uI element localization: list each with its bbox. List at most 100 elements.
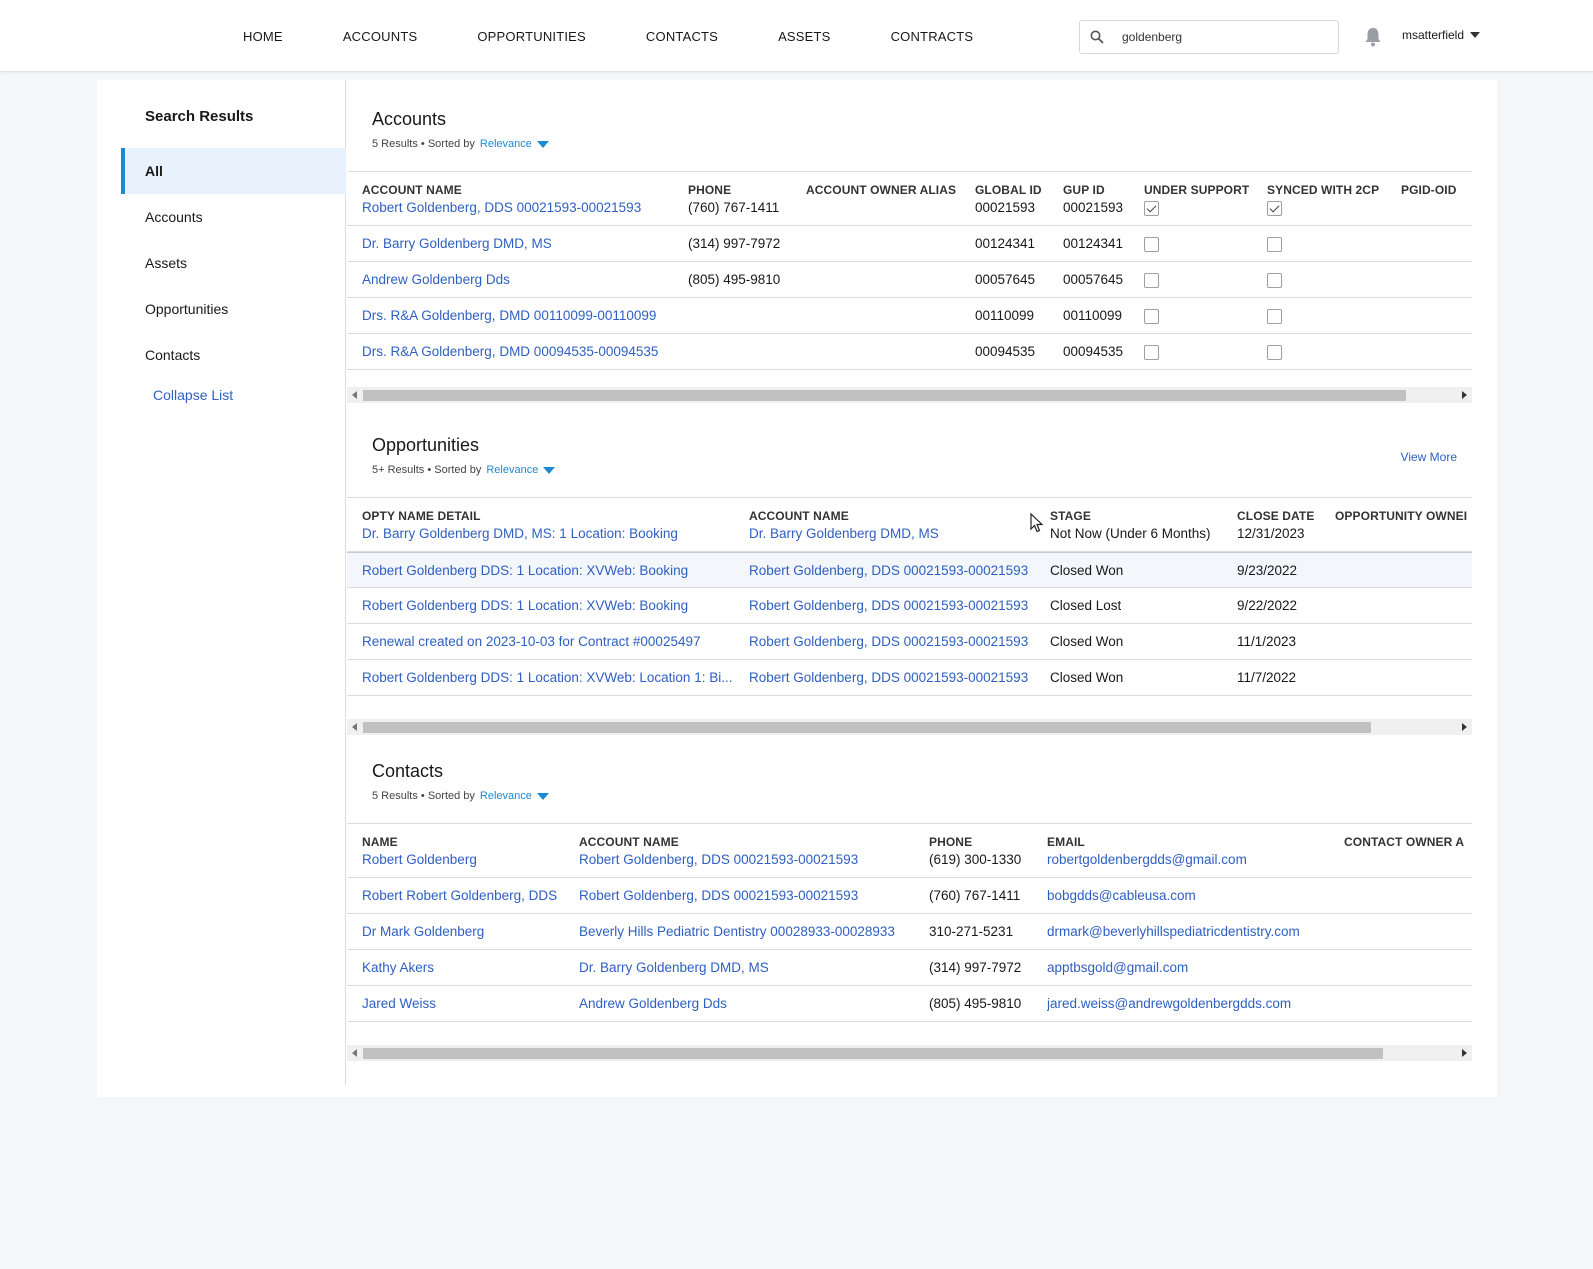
sidebar-item-label: Accounts: [145, 209, 203, 225]
nav-accounts[interactable]: ACCOUNTS: [343, 29, 418, 44]
accounts-scrollbar[interactable]: [347, 387, 1472, 403]
scroll-left-icon[interactable]: [352, 1049, 357, 1057]
account-name-link[interactable]: Robert Goldenberg, DDS 00021593-00021593: [579, 878, 858, 914]
contact-email-link[interactable]: apptbsgold@gmail.com: [1047, 950, 1188, 986]
account-phone: (760) 767-1411: [688, 200, 780, 215]
sort-dropdown[interactable]: Relevance: [486, 464, 538, 476]
scroll-left-icon[interactable]: [352, 391, 357, 399]
opportunity-stage: Closed Won: [1050, 670, 1124, 685]
checkbox-unchecked-icon: [1144, 345, 1159, 360]
chevron-down-icon[interactable]: [536, 792, 549, 800]
contact-phone: 310-271-5231: [929, 924, 1014, 939]
sidebar-item-accounts[interactable]: Accounts: [121, 194, 346, 240]
opportunity-stage: Closed Won: [1050, 634, 1124, 649]
scroll-left-icon[interactable]: [352, 723, 357, 731]
opportunity-stage: Closed Lost: [1050, 598, 1122, 613]
account-name-link[interactable]: Robert Goldenberg, DDS 00021593-00021593: [579, 842, 858, 878]
scroll-thumb[interactable]: [363, 390, 1406, 401]
contact-email-link[interactable]: jared.weiss@andrewgoldenbergdds.com: [1047, 986, 1291, 1022]
opportunity-close-date: 11/1/2023: [1237, 634, 1297, 649]
nav-home[interactable]: HOME: [243, 29, 283, 44]
sorted-by-label: • Sorted by: [420, 138, 475, 150]
sidebar-item-all[interactable]: All: [121, 148, 346, 194]
user-menu[interactable]: msatterfield: [1402, 28, 1481, 42]
checkbox-unchecked-icon: [1144, 273, 1159, 288]
nav-menu: HOME ACCOUNTS OPPORTUNITIES CONTACTS ASS…: [243, 0, 1033, 72]
account-name-link[interactable]: Robert Goldenberg, DDS 00021593-00021593: [749, 553, 1028, 589]
contact-name-link[interactable]: Robert Goldenberg: [362, 842, 477, 878]
user-name: msatterfield: [1402, 28, 1465, 42]
table-row: Robert Goldenberg DDS: 1 Location: XVWeb…: [347, 552, 1472, 588]
nav-contacts[interactable]: CONTACTS: [646, 29, 718, 44]
contacts-scrollbar[interactable]: [347, 1045, 1472, 1061]
opportunities-count: 5+ Results: [372, 464, 425, 476]
contact-phone: (314) 997-7972: [929, 960, 1022, 975]
opportunity-stage: Closed Won: [1050, 563, 1124, 578]
sort-dropdown[interactable]: Relevance: [480, 138, 532, 150]
sidebar-item-label: Contacts: [145, 347, 201, 363]
account-name-link[interactable]: Robert Goldenberg, DDS 00021593-00021593: [749, 588, 1028, 624]
checkbox-unchecked-icon: [1267, 309, 1282, 324]
account-phone: (805) 495-9810: [688, 272, 781, 287]
collapse-list-link[interactable]: Collapse List: [153, 387, 233, 403]
opportunity-name-link[interactable]: Robert Goldenberg DDS: 1 Location: XVWeb…: [362, 660, 732, 696]
search-input[interactable]: [1114, 30, 1314, 44]
chevron-down-icon: [1470, 32, 1481, 38]
chevron-down-icon[interactable]: [536, 140, 549, 148]
table-row: Drs. R&A Goldenberg, DMD 00110099-001100…: [347, 298, 1472, 334]
account-name-link[interactable]: Andrew Goldenberg Dds: [579, 986, 727, 1022]
contacts-count: 5 Results: [372, 790, 418, 802]
account-name-link[interactable]: Andrew Goldenberg Dds: [362, 262, 510, 298]
nav-opportunities[interactable]: OPPORTUNITIES: [477, 29, 586, 44]
nav-contracts[interactable]: CONTRACTS: [891, 29, 974, 44]
contact-email-link[interactable]: drmark@beverlyhillspediatricdentistry.co…: [1047, 914, 1300, 950]
nav-assets[interactable]: ASSETS: [778, 29, 831, 44]
contact-name-link[interactable]: Dr Mark Goldenberg: [362, 914, 484, 950]
table-row: Kathy Akers Dr. Barry Goldenberg DMD, MS (…: [347, 950, 1472, 986]
opportunity-name-link[interactable]: Robert Goldenberg DDS: 1 Location: XVWeb…: [362, 553, 688, 589]
mouse-pointer-icon: [1030, 512, 1044, 536]
contact-email-link[interactable]: robertgoldenbergdds@gmail.com: [1047, 842, 1247, 878]
checkbox-unchecked-icon: [1144, 237, 1159, 252]
contact-email-link[interactable]: bobgdds@cableusa.com: [1047, 878, 1196, 914]
opportunity-name-link[interactable]: Robert Goldenberg DDS: 1 Location: XVWeb…: [362, 588, 688, 624]
table-row: Drs. R&A Goldenberg, DMD 00094535-000945…: [347, 334, 1472, 370]
opportunities-scrollbar[interactable]: [347, 719, 1472, 735]
chevron-down-icon[interactable]: [543, 466, 556, 474]
opportunities-table: OPTY NAME DETAIL ACCOUNT NAME STAGE CLOS…: [347, 497, 1472, 732]
scroll-right-icon[interactable]: [1462, 1049, 1467, 1057]
global-search[interactable]: [1079, 20, 1339, 54]
account-name-link[interactable]: Beverly Hills Pediatric Dentistry 000289…: [579, 914, 895, 950]
opportunity-close-date: 9/22/2022: [1237, 598, 1298, 613]
sidebar-item-opportunities[interactable]: Opportunities: [121, 286, 346, 332]
scroll-thumb[interactable]: [363, 1048, 1383, 1059]
scroll-thumb[interactable]: [363, 722, 1371, 733]
opportunity-name-link[interactable]: Dr. Barry Goldenberg DMD, MS: 1 Location…: [362, 516, 678, 552]
scroll-right-icon[interactable]: [1462, 723, 1467, 731]
sidebar-title: Search Results: [145, 108, 254, 125]
contact-name-link[interactable]: Jared Weiss: [362, 986, 436, 1022]
table-row: Robert Goldenberg, DDS 00021593-00021593…: [347, 190, 1472, 226]
opportunities-title: Opportunities: [372, 435, 480, 455]
account-name-link[interactable]: Dr. Barry Goldenberg DMD, MS: [362, 226, 552, 262]
view-more-link[interactable]: View More: [1401, 450, 1457, 464]
account-name-link[interactable]: Drs. R&A Goldenberg, DMD 00094535-000945…: [362, 334, 658, 370]
scroll-right-icon[interactable]: [1462, 391, 1467, 399]
account-name-link[interactable]: Robert Goldenberg, DDS 00021593-00021593: [749, 624, 1028, 660]
sidebar-item-assets[interactable]: Assets: [121, 240, 346, 286]
sort-dropdown[interactable]: Relevance: [480, 790, 532, 802]
contact-phone: (760) 767-1411: [929, 888, 1021, 903]
sidebar-item-contacts[interactable]: Contacts: [121, 332, 346, 378]
account-name-link[interactable]: Robert Goldenberg, DDS 00021593-00021593: [362, 190, 641, 226]
opportunity-name-link[interactable]: Renewal created on 2023-10-03 for Contra…: [362, 624, 700, 660]
contact-name-link[interactable]: Robert Robert Goldenberg, DDS: [362, 878, 557, 914]
account-name-link[interactable]: Dr. Barry Goldenberg DMD, MS: [749, 516, 939, 552]
search-results-sidebar: Search Results All Accounts Assets Oppor…: [97, 80, 346, 1085]
checkbox-unchecked-icon: [1144, 309, 1159, 324]
account-name-link[interactable]: Dr. Barry Goldenberg DMD, MS: [579, 950, 769, 986]
bell-icon[interactable]: [1362, 26, 1384, 48]
account-name-link[interactable]: Drs. R&A Goldenberg, DMD 00110099-001100…: [362, 298, 656, 334]
table-row: Renewal created on 2023-10-03 for Contra…: [347, 624, 1472, 660]
account-name-link[interactable]: Robert Goldenberg, DDS 00021593-00021593: [749, 660, 1028, 696]
contact-name-link[interactable]: Kathy Akers: [362, 950, 434, 986]
